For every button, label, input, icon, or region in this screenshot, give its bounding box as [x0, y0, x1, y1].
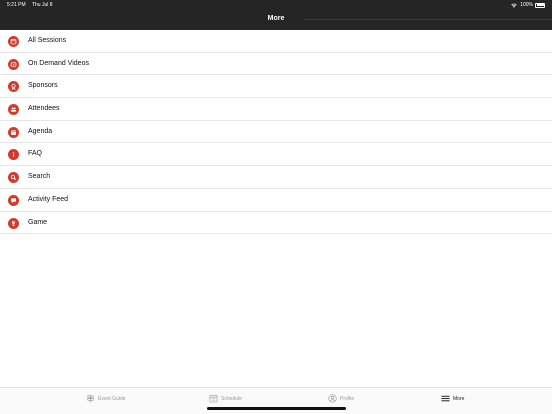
- calendar-icon: [8, 36, 19, 47]
- home-indicator[interactable]: [207, 407, 346, 410]
- wifi-icon: [511, 3, 517, 8]
- search-icon: [8, 172, 19, 184]
- tab-profile[interactable]: Profile: [328, 394, 354, 403]
- info-icon: [8, 149, 19, 161]
- tab-label: Schedule: [221, 395, 242, 402]
- trophy-icon: [8, 217, 19, 229]
- menu-item-label: FAQ: [28, 150, 43, 158]
- menu-item-agenda[interactable]: Agenda: [0, 121, 552, 144]
- profile-icon: [328, 394, 337, 403]
- menu-item-label: On Demand Videos: [28, 59, 89, 67]
- video-icon: [8, 58, 19, 70]
- status-date: Thu Jul 8: [31, 2, 53, 8]
- tab-label: Profile: [340, 395, 355, 402]
- signpost-icon: [86, 394, 95, 403]
- menu-item-game[interactable]: Game: [0, 212, 552, 235]
- battery-icon: [535, 2, 545, 8]
- calendar-icon: [209, 395, 218, 403]
- tab-event-guide[interactable]: Event Guide: [86, 394, 126, 403]
- battery-percent: 100%: [520, 2, 533, 8]
- nav-divider: [304, 19, 552, 20]
- tab-more[interactable]: More: [441, 394, 464, 403]
- more-menu-list: All Sessions On Demand Videos Sponsors A…: [0, 30, 552, 235]
- tab-schedule[interactable]: Schedule: [209, 394, 242, 403]
- menu-item-label: Game: [28, 218, 48, 226]
- menu-item-all-sessions[interactable]: All Sessions: [0, 30, 552, 53]
- status-bar: 5:21 PM Thu Jul 8 100%: [0, 0, 552, 10]
- people-icon: [8, 104, 19, 116]
- chat-icon: [8, 194, 19, 206]
- menu-item-label: Sponsors: [28, 82, 58, 90]
- menu-item-label: Attendees: [28, 105, 60, 113]
- tab-label: More: [453, 395, 465, 402]
- navigation-bar: More: [0, 10, 552, 30]
- menu-item-on-demand-videos[interactable]: On Demand Videos: [0, 53, 552, 76]
- tab-label: Event Guide: [98, 395, 126, 402]
- menu-item-attendees[interactable]: Attendees: [0, 98, 552, 121]
- status-right: 100%: [511, 2, 545, 8]
- menu-item-label: Search: [28, 173, 51, 181]
- status-left: 5:21 PM Thu Jul 8: [7, 2, 58, 8]
- menu-item-label: Activity Feed: [28, 195, 69, 203]
- menu-item-activity-feed[interactable]: Activity Feed: [0, 189, 552, 212]
- menu-icon: [441, 395, 450, 402]
- screen: 5:21 PM Thu Jul 8 100% More All Sessions: [0, 0, 552, 414]
- menu-item-faq[interactable]: FAQ: [0, 143, 552, 167]
- menu-item-sponsors[interactable]: Sponsors: [0, 75, 552, 99]
- menu-item-label: All Sessions: [28, 37, 67, 44]
- calendar-icon: [8, 126, 19, 138]
- menu-item-label: Agenda: [28, 127, 53, 135]
- status-time: 5:21 PM: [7, 2, 26, 8]
- ribbon-icon: [8, 81, 19, 93]
- menu-item-search[interactable]: Search: [0, 166, 552, 189]
